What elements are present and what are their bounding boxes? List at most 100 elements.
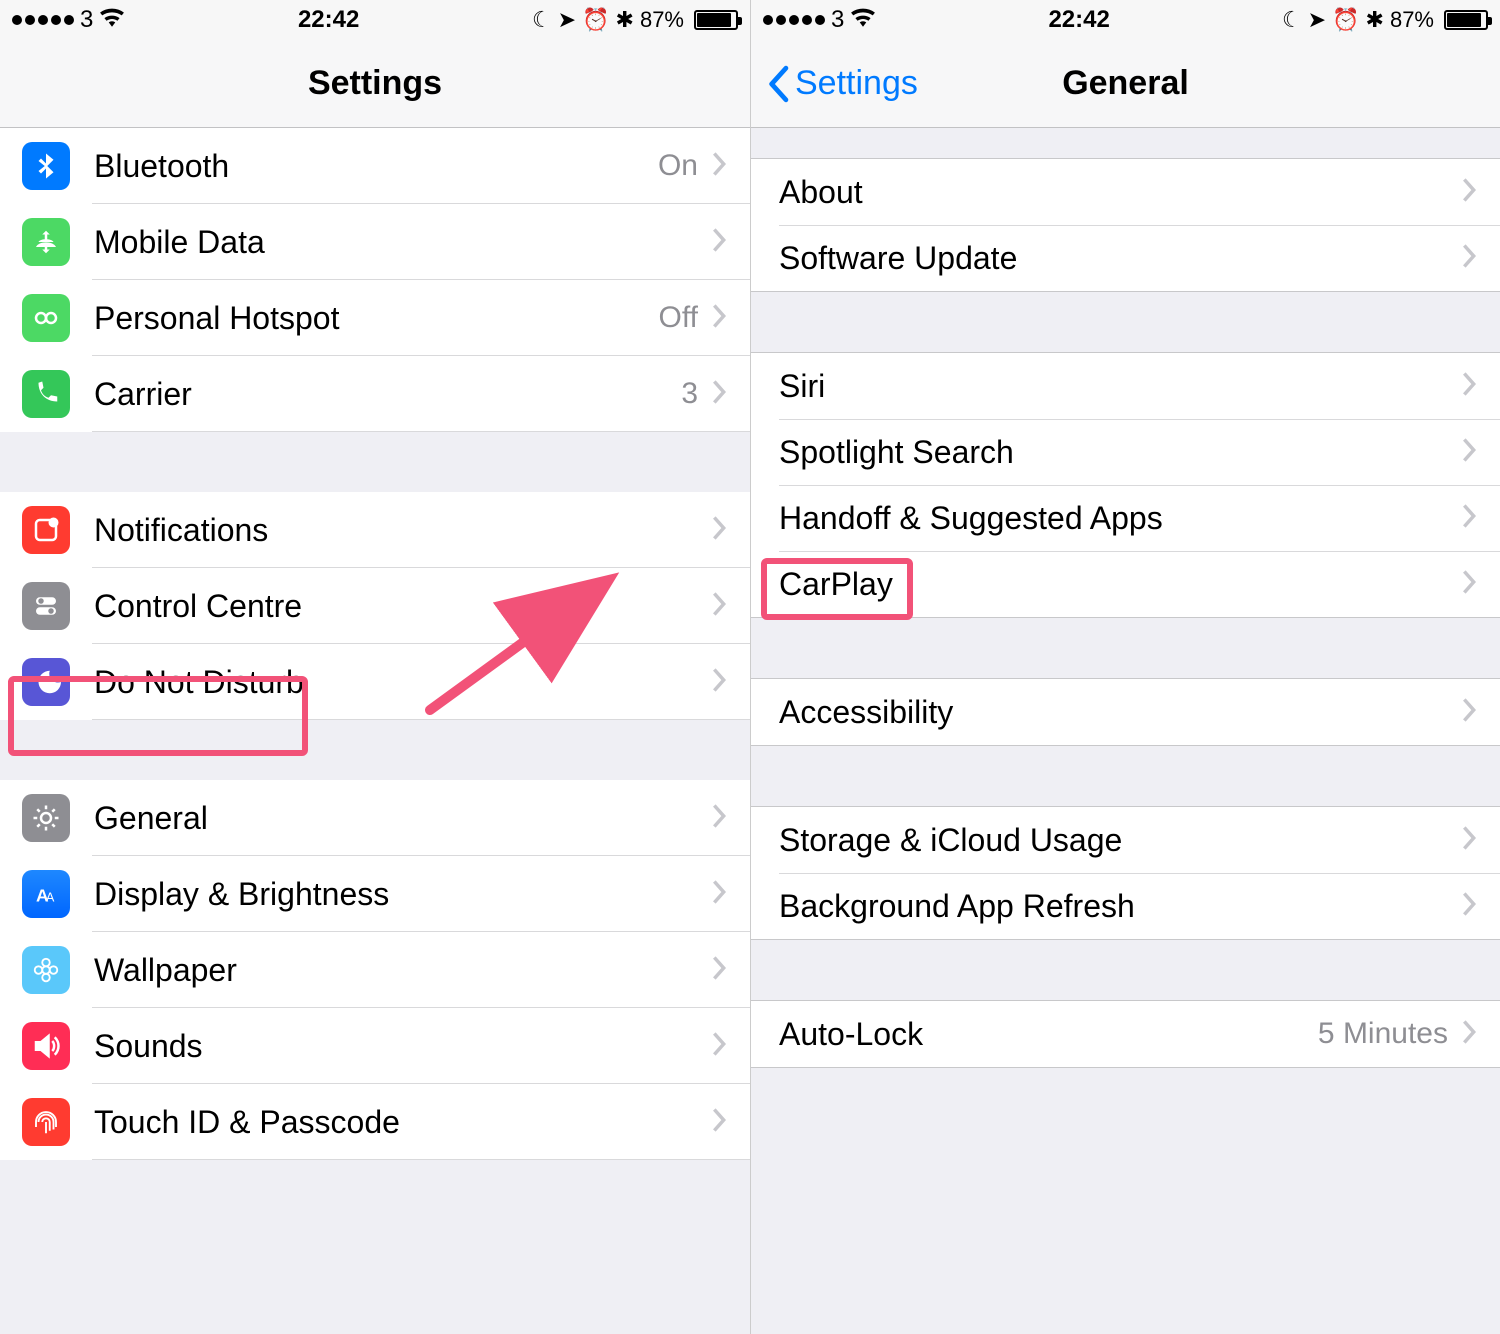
- alarm-icon: ⏰: [1332, 7, 1359, 33]
- chevron-right-icon: [1460, 824, 1478, 857]
- row-label: CarPlay: [779, 566, 1460, 603]
- row-notifications[interactable]: Notifications: [0, 492, 750, 568]
- bluetooth-status-icon: ✱: [616, 7, 634, 33]
- row-label: Sounds: [94, 1028, 710, 1065]
- row-handoff-suggested-apps[interactable]: Handoff & Suggested Apps: [751, 485, 1500, 551]
- location-icon: ➤: [1308, 7, 1326, 33]
- alarm-icon: ⏰: [582, 7, 609, 33]
- status-bar: 3 22:42 ☾ ➤ ⏰ ✱ 87%: [0, 0, 750, 40]
- touchid-icon: [22, 1098, 70, 1146]
- battery-pct: 87%: [640, 7, 684, 33]
- row-siri[interactable]: Siri: [751, 353, 1500, 419]
- general-list: About Software Update Siri Spotlight Search…: [751, 128, 1500, 1128]
- nav-bar: Settings: [0, 40, 750, 128]
- location-icon: ➤: [558, 7, 576, 33]
- chevron-right-icon: [710, 378, 728, 411]
- row-label: Touch ID & Passcode: [94, 1104, 710, 1141]
- row-carplay[interactable]: CarPlay: [751, 551, 1500, 617]
- row-label: Software Update: [779, 240, 1460, 277]
- chevron-right-icon: [710, 954, 728, 987]
- row-about[interactable]: About: [751, 159, 1500, 225]
- row-label: Storage & iCloud Usage: [779, 822, 1460, 859]
- page-title: Settings: [308, 64, 442, 103]
- settings-list: BluetoothOn Mobile Data Personal HotspotOf…: [0, 128, 750, 1160]
- display-icon: AA: [22, 870, 70, 918]
- carrier-label: 3: [80, 6, 93, 34]
- row-spotlight-search[interactable]: Spotlight Search: [751, 419, 1500, 485]
- do-not-disturb-icon: [22, 658, 70, 706]
- chevron-right-icon: [710, 226, 728, 259]
- control-centre-icon: [22, 582, 70, 630]
- row-accessibility[interactable]: Accessibility: [751, 679, 1500, 745]
- battery-icon: [1440, 10, 1488, 30]
- signal-strength-icon: [12, 15, 74, 25]
- row-mobile-data[interactable]: Mobile Data: [0, 204, 750, 280]
- row-bluetooth[interactable]: BluetoothOn: [0, 128, 750, 204]
- back-button[interactable]: Settings: [765, 40, 918, 127]
- row-personal-hotspot[interactable]: Personal HotspotOff: [0, 280, 750, 356]
- bluetooth-status-icon: ✱: [1366, 7, 1384, 33]
- settings-screen: 3 22:42 ☾ ➤ ⏰ ✱ 87% Settings BluetoothOn…: [0, 0, 750, 1334]
- wifi-icon: [850, 6, 876, 34]
- page-title: General: [1062, 64, 1189, 103]
- row-label: Control Centre: [94, 588, 710, 625]
- back-label: Settings: [795, 64, 918, 103]
- chevron-right-icon: [710, 302, 728, 335]
- row-touch-id-passcode[interactable]: Touch ID & Passcode: [0, 1084, 750, 1160]
- clock-time: 22:42: [1048, 6, 1109, 34]
- chevron-right-icon: [710, 802, 728, 835]
- chevron-right-icon: [710, 590, 728, 623]
- sounds-icon: [22, 1022, 70, 1070]
- chevron-right-icon: [710, 878, 728, 911]
- nav-bar: Settings General: [751, 40, 1500, 128]
- general-screen: 3 22:42 ☾ ➤ ⏰ ✱ 87% Settings General Abo…: [750, 0, 1500, 1334]
- chevron-right-icon: [1460, 568, 1478, 601]
- chevron-right-icon: [1460, 1018, 1478, 1051]
- row-label: Background App Refresh: [779, 888, 1460, 925]
- row-label: Accessibility: [779, 694, 1460, 731]
- row-sounds[interactable]: Sounds: [0, 1008, 750, 1084]
- row-label: General: [94, 800, 710, 837]
- chevron-right-icon: [1460, 890, 1478, 923]
- battery-pct: 87%: [1390, 7, 1434, 33]
- row-auto-lock[interactable]: Auto-Lock5 Minutes: [751, 1001, 1500, 1067]
- row-background-app-refresh[interactable]: Background App Refresh: [751, 873, 1500, 939]
- chevron-right-icon: [1460, 176, 1478, 209]
- row-value: 3: [681, 377, 698, 411]
- general-icon: [22, 794, 70, 842]
- phone-icon: [22, 370, 70, 418]
- row-label: Carrier: [94, 376, 681, 413]
- mobile-data-icon: [22, 218, 70, 266]
- row-label: Personal Hotspot: [94, 300, 659, 337]
- row-label: Mobile Data: [94, 224, 710, 261]
- chevron-right-icon: [710, 1030, 728, 1063]
- chevron-right-icon: [1460, 696, 1478, 729]
- moon-icon: ☾: [532, 7, 552, 33]
- row-label: Wallpaper: [94, 952, 710, 989]
- row-label: Siri: [779, 368, 1460, 405]
- row-label: About: [779, 174, 1460, 211]
- wallpaper-icon: [22, 946, 70, 994]
- chevron-right-icon: [710, 666, 728, 699]
- row-label: Auto-Lock: [779, 1016, 1318, 1053]
- chevron-right-icon: [710, 1106, 728, 1139]
- row-storage-icloud-usage[interactable]: Storage & iCloud Usage: [751, 807, 1500, 873]
- chevron-right-icon: [1460, 502, 1478, 535]
- row-general[interactable]: General: [0, 780, 750, 856]
- row-software-update[interactable]: Software Update: [751, 225, 1500, 291]
- row-value: On: [658, 149, 698, 183]
- chevron-right-icon: [710, 514, 728, 547]
- chevron-right-icon: [1460, 242, 1478, 275]
- row-control-centre[interactable]: Control Centre: [0, 568, 750, 644]
- row-carrier[interactable]: Carrier3: [0, 356, 750, 432]
- notifications-icon: [22, 506, 70, 554]
- row-wallpaper[interactable]: Wallpaper: [0, 932, 750, 1008]
- row-label: Display & Brightness: [94, 876, 710, 913]
- row-display-brightness[interactable]: AA Display & Brightness: [0, 856, 750, 932]
- row-label: Do Not Disturb: [94, 664, 710, 701]
- chevron-right-icon: [1460, 370, 1478, 403]
- hotspot-icon: [22, 294, 70, 342]
- signal-strength-icon: [763, 15, 825, 25]
- row-do-not-disturb[interactable]: Do Not Disturb: [0, 644, 750, 720]
- wifi-icon: [99, 6, 125, 34]
